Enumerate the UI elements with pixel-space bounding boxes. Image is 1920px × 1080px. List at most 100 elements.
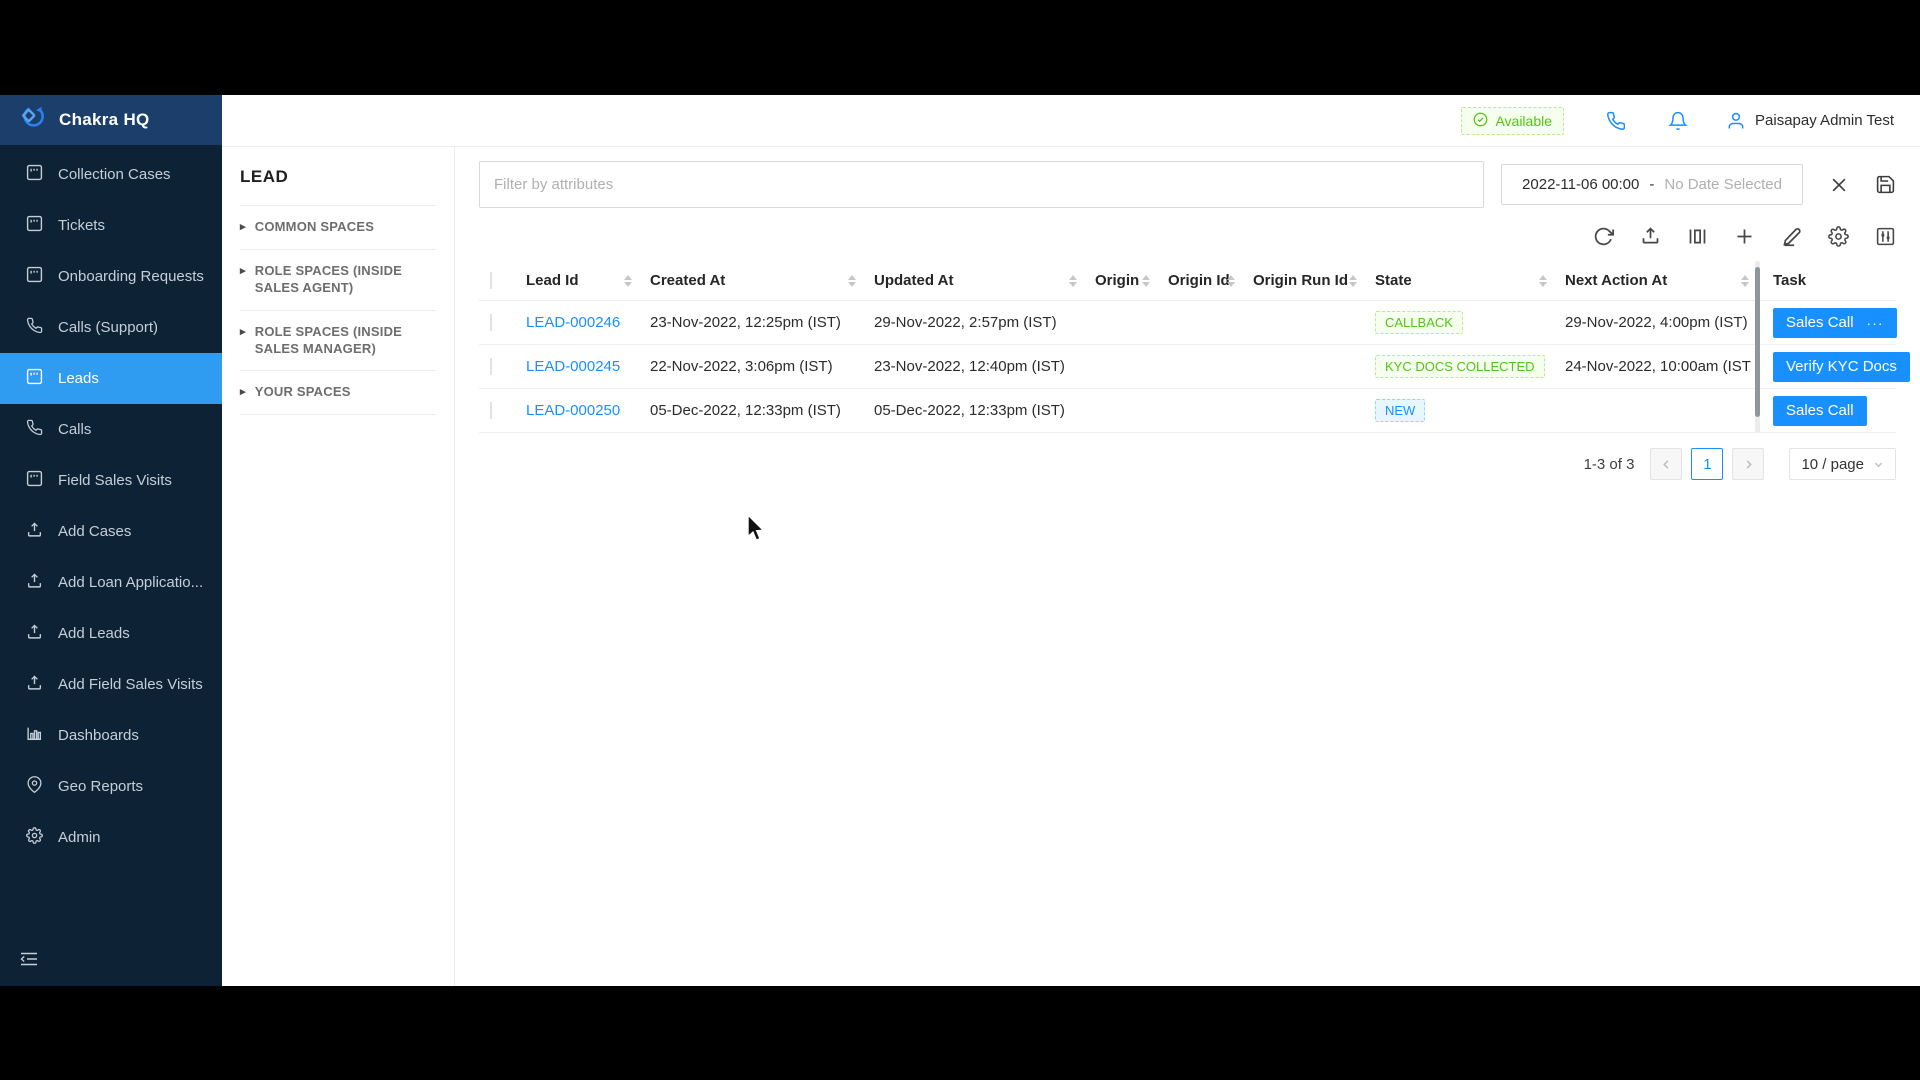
- upload-icon: [26, 623, 43, 644]
- column-header-next-action-at[interactable]: Next Action At: [1555, 272, 1757, 289]
- user-menu[interactable]: Paisapay Admin Test: [1726, 111, 1894, 131]
- user-icon: [1726, 111, 1746, 131]
- pagination-prev-button[interactable]: [1650, 448, 1682, 480]
- select-all-checkbox[interactable]: [490, 272, 492, 289]
- table-row: LEAD-000246 23-Nov-2022, 12:25pm (IST) 2…: [479, 301, 1896, 345]
- leads-table: Lead Id Created At Updated At Origin Ori…: [479, 261, 1896, 433]
- sidebar-item-leads[interactable]: Leads: [0, 353, 222, 404]
- sort-icon[interactable]: [1142, 275, 1150, 287]
- created-at-cell: 05-Dec-2022, 12:33pm (IST): [640, 402, 864, 419]
- date-range-start: 2022-11-06 00:00: [1522, 176, 1639, 193]
- page-size-value: 10 / page: [1801, 456, 1864, 473]
- column-header-lead-id[interactable]: Lead Id: [516, 272, 640, 289]
- sidebar-item-label: Add Leads: [58, 625, 130, 642]
- sidebar-item-calls[interactable]: Calls: [0, 404, 222, 455]
- filter-settings-icon[interactable]: [1875, 226, 1896, 247]
- spaces-section-label: YOUR SPACES: [255, 384, 351, 401]
- export-icon[interactable]: [1640, 226, 1661, 247]
- date-range-end-placeholder: No Date Selected: [1664, 176, 1782, 193]
- phone-icon[interactable]: [1606, 111, 1626, 131]
- columns-icon[interactable]: [1687, 226, 1708, 247]
- sidebar-item-label: Geo Reports: [58, 778, 143, 795]
- pagination: 1-3 of 3 1 10 / page: [479, 448, 1896, 480]
- created-at-cell: 23-Nov-2022, 12:25pm (IST): [640, 314, 864, 331]
- sidebar-nav: Collection Cases Tickets Onboarding Requ…: [0, 145, 222, 863]
- card-icon: [26, 215, 43, 236]
- table-toolbar: [479, 226, 1896, 247]
- sort-icon[interactable]: [848, 275, 856, 287]
- sidebar-item-calls-support[interactable]: Calls (Support): [0, 302, 222, 353]
- spaces-section-role-agent[interactable]: ▸ ROLE SPACES (INSIDE SALES AGENT): [240, 250, 436, 311]
- upload-icon: [26, 674, 43, 695]
- task-more-menu[interactable]: ···: [1867, 315, 1884, 331]
- task-button[interactable]: Sales Call: [1773, 396, 1867, 426]
- pagination-page-1[interactable]: 1: [1691, 448, 1723, 480]
- save-view-button[interactable]: [1875, 174, 1896, 195]
- sidebar-item-add-loan-applications[interactable]: Add Loan Applicatio...: [0, 557, 222, 608]
- bell-icon[interactable]: [1668, 111, 1688, 131]
- row-checkbox[interactable]: [490, 314, 492, 331]
- lead-id-link[interactable]: LEAD-000250: [526, 402, 620, 419]
- sidebar-item-dashboards[interactable]: Dashboards: [0, 710, 222, 761]
- state-badge: KYC DOCS COLLECTED: [1375, 355, 1545, 379]
- sidebar-item-label: Onboarding Requests: [58, 268, 204, 285]
- sidebar-item-add-leads[interactable]: Add Leads: [0, 608, 222, 659]
- spaces-section-label: ROLE SPACES (INSIDE SALES AGENT): [255, 263, 436, 297]
- spaces-section-common[interactable]: ▸ COMMON SPACES: [240, 206, 436, 250]
- sidebar-collapse-button[interactable]: [20, 951, 38, 972]
- lead-id-link[interactable]: LEAD-000245: [526, 358, 620, 375]
- next-action-at-cell: 29-Nov-2022, 4:00pm (IST): [1555, 314, 1757, 331]
- chevron-right-icon: ▸: [240, 384, 246, 399]
- sidebar-item-label: Calls: [58, 421, 91, 438]
- row-checkbox[interactable]: [490, 402, 492, 419]
- sort-icon[interactable]: [1741, 275, 1749, 287]
- sort-icon[interactable]: [1227, 275, 1235, 287]
- map-pin-icon: [26, 776, 43, 797]
- clear-filters-button[interactable]: [1829, 175, 1849, 195]
- next-action-at-cell: 24-Nov-2022, 10:00am (IST: [1555, 358, 1757, 375]
- updated-at-cell: 23-Nov-2022, 12:40pm (IST): [864, 358, 1085, 375]
- sidebar-item-admin[interactable]: Admin: [0, 812, 222, 863]
- column-header-origin[interactable]: Origin: [1085, 272, 1158, 289]
- bar-chart-icon: [26, 725, 43, 746]
- column-header-created-at[interactable]: Created At: [640, 272, 864, 289]
- sort-icon[interactable]: [1349, 275, 1357, 287]
- lead-id-link[interactable]: LEAD-000246: [526, 314, 620, 331]
- add-icon[interactable]: [1734, 226, 1755, 247]
- sort-icon[interactable]: [1069, 275, 1077, 287]
- sort-icon[interactable]: [1539, 275, 1547, 287]
- task-button[interactable]: Verify KYC Docs: [1773, 352, 1910, 382]
- sidebar-item-collection-cases[interactable]: Collection Cases: [0, 149, 222, 200]
- table-scrollbar-thumb[interactable]: [1755, 267, 1760, 417]
- page-size-select[interactable]: 10 / page: [1789, 448, 1896, 480]
- edit-icon[interactable]: [1781, 226, 1802, 247]
- column-header-origin-run-id[interactable]: Origin Run Id: [1243, 272, 1365, 289]
- column-header-origin-id[interactable]: Origin Id: [1158, 272, 1243, 289]
- refresh-icon[interactable]: [1593, 226, 1614, 247]
- pagination-next-button[interactable]: [1732, 448, 1764, 480]
- card-icon: [26, 470, 43, 491]
- sidebar-item-tickets[interactable]: Tickets: [0, 200, 222, 251]
- row-checkbox[interactable]: [490, 358, 492, 375]
- app-window: Chakra HQ Collection Cases Tickets Onboa…: [0, 95, 1920, 986]
- sidebar-item-onboarding-requests[interactable]: Onboarding Requests: [0, 251, 222, 302]
- sidebar-item-field-sales-visits[interactable]: Field Sales Visits: [0, 455, 222, 506]
- sidebar-item-add-cases[interactable]: Add Cases: [0, 506, 222, 557]
- column-header-updated-at[interactable]: Updated At: [864, 272, 1085, 289]
- spaces-section-role-manager[interactable]: ▸ ROLE SPACES (INSIDE SALES MANAGER): [240, 311, 436, 372]
- phone-icon: [26, 419, 43, 440]
- task-button[interactable]: Sales Call···: [1773, 308, 1897, 338]
- spaces-section-your-spaces[interactable]: ▸ YOUR SPACES: [240, 371, 436, 415]
- sidebar: Chakra HQ Collection Cases Tickets Onboa…: [0, 95, 222, 986]
- sidebar-item-add-field-sales-visits[interactable]: Add Field Sales Visits: [0, 659, 222, 710]
- date-range-picker[interactable]: 2022-11-06 00:00 - No Date Selected: [1501, 164, 1803, 205]
- sidebar-item-label: Collection Cases: [58, 166, 171, 183]
- filter-input[interactable]: [479, 161, 1484, 208]
- sidebar-item-label: Leads: [58, 370, 99, 387]
- availability-badge[interactable]: Available: [1461, 107, 1564, 135]
- sort-icon[interactable]: [624, 275, 632, 287]
- sidebar-item-geo-reports[interactable]: Geo Reports: [0, 761, 222, 812]
- settings-gear-icon[interactable]: [1828, 226, 1849, 247]
- availability-label: Available: [1495, 113, 1552, 129]
- column-header-state[interactable]: State: [1365, 272, 1555, 289]
